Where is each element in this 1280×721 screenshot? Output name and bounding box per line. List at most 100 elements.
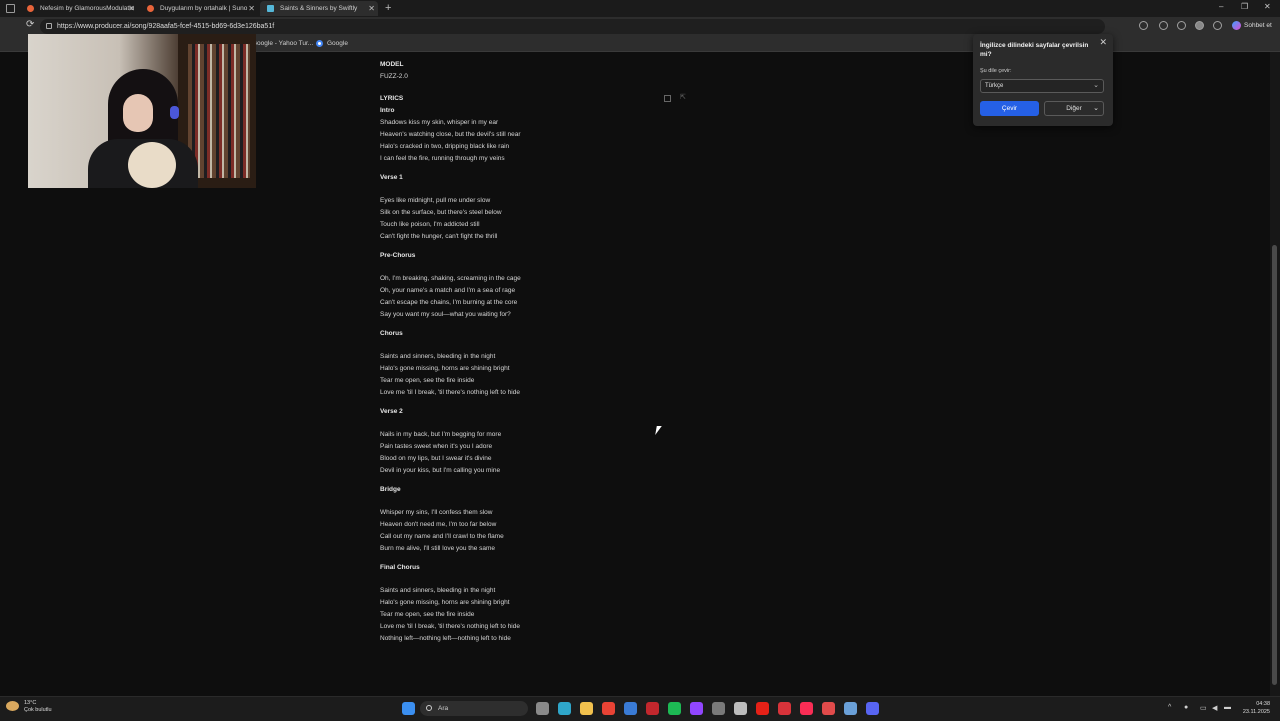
copy-icon[interactable] [664, 95, 671, 102]
split-screen-icon[interactable] [1159, 21, 1168, 30]
steam-icon[interactable] [844, 702, 857, 715]
suno-favicon-icon [147, 5, 154, 12]
webcam-overlay [28, 34, 256, 188]
discord-icon[interactable] [866, 702, 879, 715]
tab-nefesim[interactable]: Nefesim by GlamorousModulatio ✕ [20, 1, 138, 16]
translate-button[interactable]: Çevir [980, 101, 1039, 116]
close-tab-icon[interactable]: ✕ [248, 1, 255, 16]
start-icon[interactable] [402, 702, 415, 715]
lyric-line: Nails in my back, but I'm begging for mo… [380, 431, 502, 438]
copilot-chat-button[interactable]: Sohbet et [1232, 20, 1272, 32]
chevron-down-icon: ⌄ [1093, 105, 1099, 112]
lyric-line: Saints and sinners, bleeding in the nigh… [380, 353, 496, 360]
spotify-icon[interactable] [668, 702, 681, 715]
volume-icon[interactable]: ◀ [1212, 704, 1217, 712]
section-heading: Final Chorus [380, 564, 420, 571]
selected-language: Türkçe [985, 83, 1004, 89]
minimize-button[interactable]: – [1219, 2, 1223, 11]
chrome-icon[interactable] [602, 702, 615, 715]
suno-favicon-icon [27, 5, 34, 12]
expand-icon[interactable]: ⇱ [680, 93, 686, 101]
more-menu-icon[interactable] [1213, 21, 1222, 30]
lyric-line: Burn me alive, I'll still love you the s… [380, 545, 496, 552]
search-icon [426, 705, 432, 711]
lyric-line: Heaven's watching close, but the devil's… [380, 131, 521, 138]
microphone-icon[interactable]: ● [1184, 704, 1188, 711]
language-select[interactable]: Türkçe ⌄ [980, 79, 1104, 93]
section-heading: Pre-Chorus [380, 252, 416, 259]
close-icon[interactable]: ✕ [1099, 37, 1107, 48]
app-circle-icon[interactable] [822, 702, 835, 715]
lyric-line: Tear me open, see the fire inside [380, 611, 475, 618]
twitch-icon[interactable] [690, 702, 703, 715]
close-window-button[interactable]: ✕ [1264, 2, 1271, 11]
lyric-line: Can't fight the hunger, can't fight the … [380, 233, 498, 240]
copilot-icon [1232, 20, 1241, 30]
youtube-icon[interactable] [756, 702, 769, 715]
lyric-line: Oh, I'm breaking, shaking, screaming in … [380, 275, 521, 282]
tab-actions-icon[interactable] [6, 4, 15, 13]
translate-popup: İngilizce dilindeki sayfalar çevrilsin m… [973, 34, 1113, 126]
lyric-line: Silk on the surface, but there's steel b… [380, 209, 502, 216]
bookmark-label: Google [327, 40, 348, 47]
target-language-label: Şu dile çevir: [980, 68, 1012, 74]
address-bar[interactable]: https://www.producer.ai/song/928aafa5-fc… [40, 19, 1105, 34]
weather-cloud-icon [6, 701, 19, 711]
tab-saints-and-sinners[interactable]: Saints & Sinners by Swiftly ✕ [260, 1, 378, 16]
popup-title: İngilizce dilindeki sayfalar çevrilsin m… [980, 42, 1089, 58]
more-options-button[interactable]: Diğer ⌄ [1044, 101, 1104, 116]
google-icon [316, 39, 323, 47]
maximize-button[interactable]: ❐ [1241, 2, 1248, 11]
battery-icon[interactable]: ▬ [1224, 704, 1231, 711]
lyric-line: Halo's gone missing, horns are shining b… [380, 365, 510, 372]
scrollbar-thumb[interactable] [1272, 245, 1277, 685]
task-view-icon[interactable] [536, 702, 549, 715]
weather-desc: Çok bulutlu [24, 707, 52, 713]
lyric-line: Love me 'til I break, 'til there's nothi… [380, 389, 520, 396]
weather-widget[interactable]: 13°C Çok bulutlu [4, 700, 52, 714]
bookmark-google-yahoo[interactable]: Google - Yahoo Tur... [252, 36, 313, 51]
tray-overflow-icon[interactable]: ^ [1168, 704, 1171, 711]
file-explorer-icon[interactable] [580, 702, 593, 715]
site-info-icon[interactable] [46, 23, 52, 29]
clock-date: 23.11.2025 [1242, 709, 1270, 715]
profile-avatar-icon[interactable] [1195, 21, 1204, 30]
lyric-line: Pain tastes sweet when it's you I adore [380, 443, 493, 450]
bookmark-google[interactable]: Google [316, 36, 348, 51]
capcut-icon[interactable] [778, 702, 791, 715]
dog [128, 142, 176, 188]
music-icon[interactable] [800, 702, 813, 715]
url-text: https://www.producer.ai/song/928aafa5-fc… [57, 23, 275, 30]
store-icon[interactable] [624, 702, 637, 715]
clock[interactable]: 04:38 23.11.2025 [1240, 700, 1270, 716]
lyric-line: Heaven don't need me, I'm too far below [380, 521, 497, 528]
extensions-icon[interactable] [1139, 21, 1148, 30]
tab-duygularim[interactable]: Duygularım by ortahalk | Suno ✕ [140, 1, 258, 16]
favorites-icon[interactable] [1177, 21, 1186, 30]
more-label: Diğer [1066, 105, 1082, 112]
lyric-line: Can't escape the chains, I'm burning at … [380, 299, 518, 306]
mail-icon[interactable] [734, 702, 747, 715]
weather-temp: 13°C [24, 700, 37, 706]
streamer-face [123, 94, 153, 132]
lyric-line: Whisper my sins, I'll confess them slow [380, 509, 493, 516]
settings-icon[interactable] [712, 702, 725, 715]
lyric-line: Tear me open, see the fire inside [380, 377, 475, 384]
model-label: MODEL [380, 61, 404, 68]
close-tab-icon[interactable]: ✕ [128, 1, 135, 16]
search-placeholder: Ara [438, 705, 449, 712]
close-tab-icon[interactable]: ✕ [368, 1, 375, 16]
new-tab-button[interactable]: + [385, 1, 391, 16]
lyric-line: Devil in your kiss, but I'm calling you … [380, 467, 501, 474]
taskbar-search[interactable]: Ara [420, 701, 528, 716]
section-heading: Bridge [380, 486, 401, 493]
clock-time: 04:38 [1256, 701, 1270, 707]
lyric-line: Nothing left—nothing left—nothing left t… [380, 635, 511, 642]
lyric-line: Call out my name and I'll crawl to the f… [380, 533, 504, 540]
tab-title: Duygularım by ortahalk | Suno [160, 5, 248, 12]
books [188, 44, 250, 178]
edge-icon[interactable] [558, 702, 571, 715]
refresh-icon[interactable]: ⟳ [26, 19, 34, 30]
network-icon[interactable]: ▭ [1200, 704, 1207, 712]
app-red-icon[interactable] [646, 702, 659, 715]
